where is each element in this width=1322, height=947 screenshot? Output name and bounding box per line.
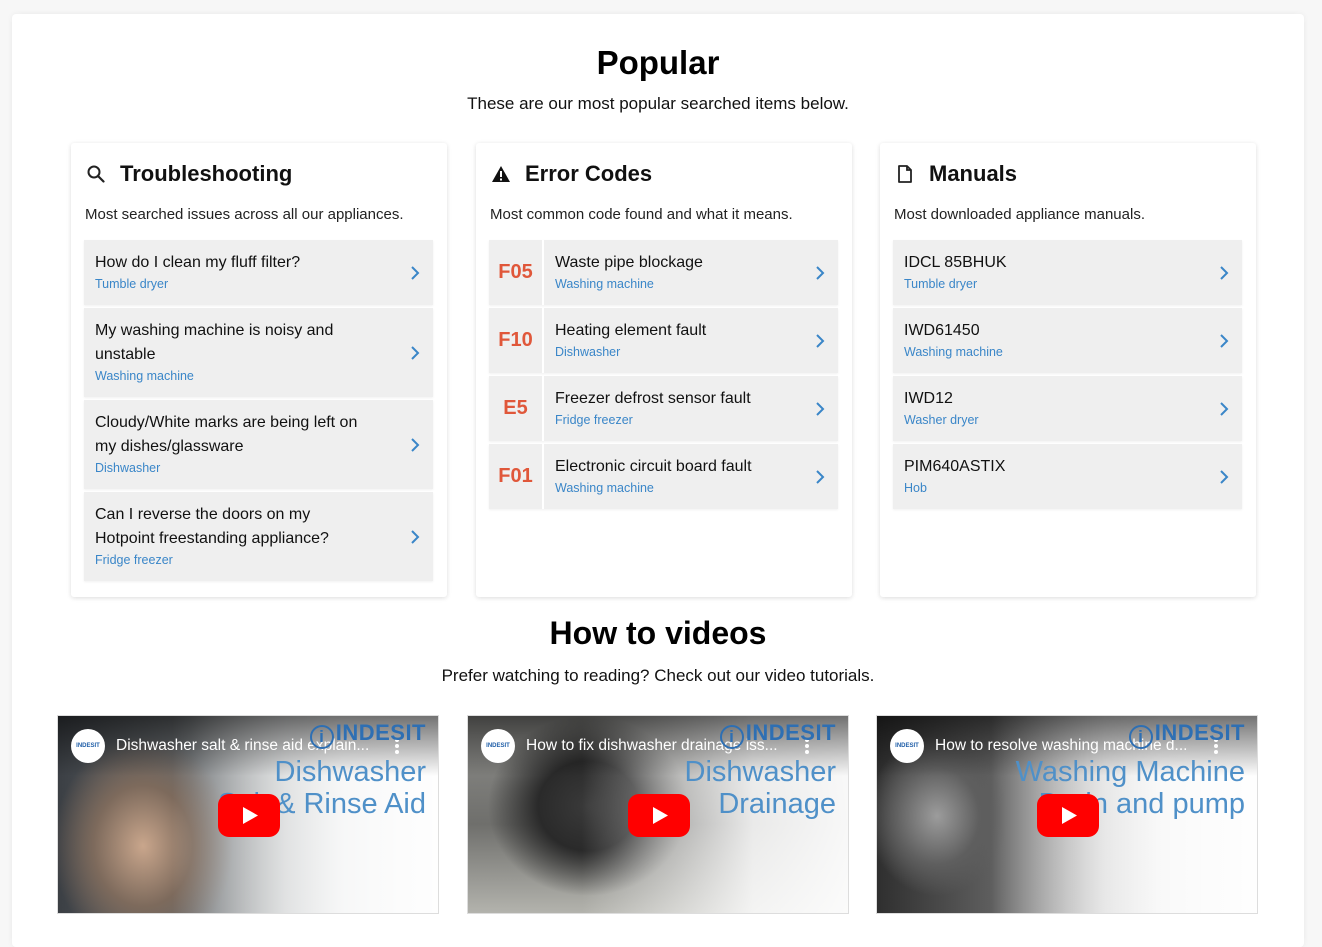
brand-logo: i INDESIT	[309, 720, 426, 749]
page: Popular These are our most popular searc…	[12, 14, 1304, 947]
chevron-right-icon	[816, 469, 825, 484]
popular-subtitle: These are our most popular searched item…	[467, 94, 849, 113]
video-overlay-subtitle: Drainage	[718, 788, 836, 820]
item-question: Can I reverse the doors on my Hotpoint f…	[95, 506, 329, 547]
item-category: Fridge freezer	[555, 413, 633, 427]
manual-model: IWD61450	[904, 322, 980, 339]
item-category: Washing machine	[904, 345, 1003, 359]
troubleshooting-item[interactable]: Can I reverse the doors on my Hotpoint f…	[84, 492, 433, 581]
error-codes-title: Error Codes	[525, 161, 653, 186]
video-thumbnail[interactable]: INDESIT Dishwasher salt & rinse aid expl…	[57, 715, 439, 914]
manual-model: PIM640ASTIX	[904, 458, 1006, 475]
error-name: Waste pipe blockage	[555, 254, 703, 271]
error-codes-header: Error Codes	[490, 159, 652, 189]
popular-heading: Popular	[596, 44, 720, 81]
chevron-right-icon	[816, 265, 825, 280]
error-code-item[interactable]: F10 Heating element fault Dishwasher	[489, 308, 838, 373]
error-name: Freezer defrost sensor fault	[555, 390, 751, 407]
manual-item[interactable]: IWD61450 Washing machine	[893, 308, 1242, 373]
channel-logo[interactable]: INDESIT	[71, 729, 105, 763]
error-code: E5	[489, 376, 544, 441]
troubleshooting-header: Troubleshooting	[85, 159, 292, 189]
manual-item[interactable]: IWD12 Washer dryer	[893, 376, 1242, 441]
brand-logo: i INDESIT	[719, 720, 836, 749]
error-codes-description: Most common code found and what it means…	[490, 206, 793, 223]
manual-item[interactable]: PIM640ASTIX Hob	[893, 444, 1242, 509]
channel-logo[interactable]: INDESIT	[481, 729, 515, 763]
item-category: Tumble dryer	[95, 277, 169, 291]
troubleshooting-description: Most searched issues across all our appl…	[85, 206, 404, 223]
video-overlay-title: Dishwasher	[684, 756, 837, 788]
error-code: F05	[489, 240, 544, 305]
chevron-right-icon	[411, 437, 420, 452]
troubleshooting-card: Troubleshooting Most searched issues acr…	[71, 143, 447, 597]
play-icon[interactable]	[218, 794, 280, 837]
chevron-right-icon	[1220, 469, 1229, 484]
troubleshooting-item[interactable]: My washing machine is noisy and unstable…	[84, 308, 433, 397]
channel-logo[interactable]: INDESIT	[890, 729, 924, 763]
item-category: Washer dryer	[904, 413, 979, 427]
error-code-item[interactable]: F01 Electronic circuit board fault Washin…	[489, 444, 838, 509]
error-code-item[interactable]: E5 Freezer defrost sensor fault Fridge fr…	[489, 376, 838, 441]
videos-heading: How to videos	[549, 615, 767, 651]
item-category: Dishwasher	[95, 461, 161, 475]
brand-logo: i INDESIT	[1128, 720, 1245, 749]
error-codes-card: Error Codes Most common code found and w…	[476, 143, 852, 597]
item-question: My washing machine is noisy and unstable	[95, 322, 334, 363]
videos-subtitle: Prefer watching to reading? Check out ou…	[441, 666, 875, 685]
chevron-right-icon	[1220, 401, 1229, 416]
manual-item[interactable]: IDCL 85BHUK Tumble dryer	[893, 240, 1242, 305]
troubleshooting-list: How do I clean my fluff filter? Tumble dr…	[84, 240, 433, 584]
search-icon	[85, 163, 107, 185]
chevron-right-icon	[816, 333, 825, 348]
chevron-right-icon	[411, 265, 420, 280]
video-thumbnail[interactable]: INDESIT How to resolve washing machine d…	[876, 715, 1258, 914]
manuals-description: Most downloaded appliance manuals.	[894, 206, 1145, 223]
item-category: Tumble dryer	[904, 277, 978, 291]
error-code: F10	[489, 308, 544, 373]
manuals-card: Manuals Most downloaded appliance manual…	[880, 143, 1256, 597]
chevron-right-icon	[816, 401, 825, 416]
manual-model: IDCL 85BHUK	[904, 254, 1007, 271]
manuals-list: IDCL 85BHUK Tumble dryer IWD61450 Washing …	[893, 240, 1242, 512]
item-question: How do I clean my fluff filter?	[95, 254, 301, 271]
chevron-right-icon	[1220, 333, 1229, 348]
play-icon[interactable]	[628, 794, 690, 837]
item-category: Washing machine	[95, 369, 194, 383]
video-thumbnail[interactable]: INDESIT How to fix dishwasher drainage i…	[467, 715, 849, 914]
manual-model: IWD12	[904, 390, 953, 407]
error-code-item[interactable]: F05 Waste pipe blockage Washing machine	[489, 240, 838, 305]
item-category: Hob	[904, 481, 927, 495]
item-category: Fridge freezer	[95, 553, 173, 567]
manuals-header: Manuals	[894, 159, 1017, 189]
troubleshooting-title: Troubleshooting	[120, 161, 293, 186]
item-category: Dishwasher	[555, 345, 621, 359]
chevron-right-icon	[411, 345, 420, 360]
manuals-title: Manuals	[929, 161, 1018, 186]
error-codes-list: F05 Waste pipe blockage Washing machine F…	[489, 240, 838, 512]
troubleshooting-item[interactable]: Cloudy/White marks are being left on my …	[84, 400, 433, 489]
video-overlay-title: Dishwasher	[274, 756, 427, 788]
error-name: Heating element fault	[555, 322, 707, 339]
troubleshooting-item[interactable]: How do I clean my fluff filter? Tumble dr…	[84, 240, 433, 305]
video-overlay-title: Washing Machine	[1015, 756, 1245, 788]
item-category: Washing machine	[555, 277, 654, 291]
chevron-right-icon	[411, 529, 420, 544]
warning-icon	[490, 163, 512, 185]
item-question: Cloudy/White marks are being left on my …	[95, 414, 358, 455]
document-icon	[894, 163, 916, 185]
chevron-right-icon	[1220, 265, 1229, 280]
error-code: F01	[489, 444, 544, 509]
play-icon[interactable]	[1037, 794, 1099, 837]
error-name: Electronic circuit board fault	[555, 458, 752, 475]
item-category: Washing machine	[555, 481, 654, 495]
